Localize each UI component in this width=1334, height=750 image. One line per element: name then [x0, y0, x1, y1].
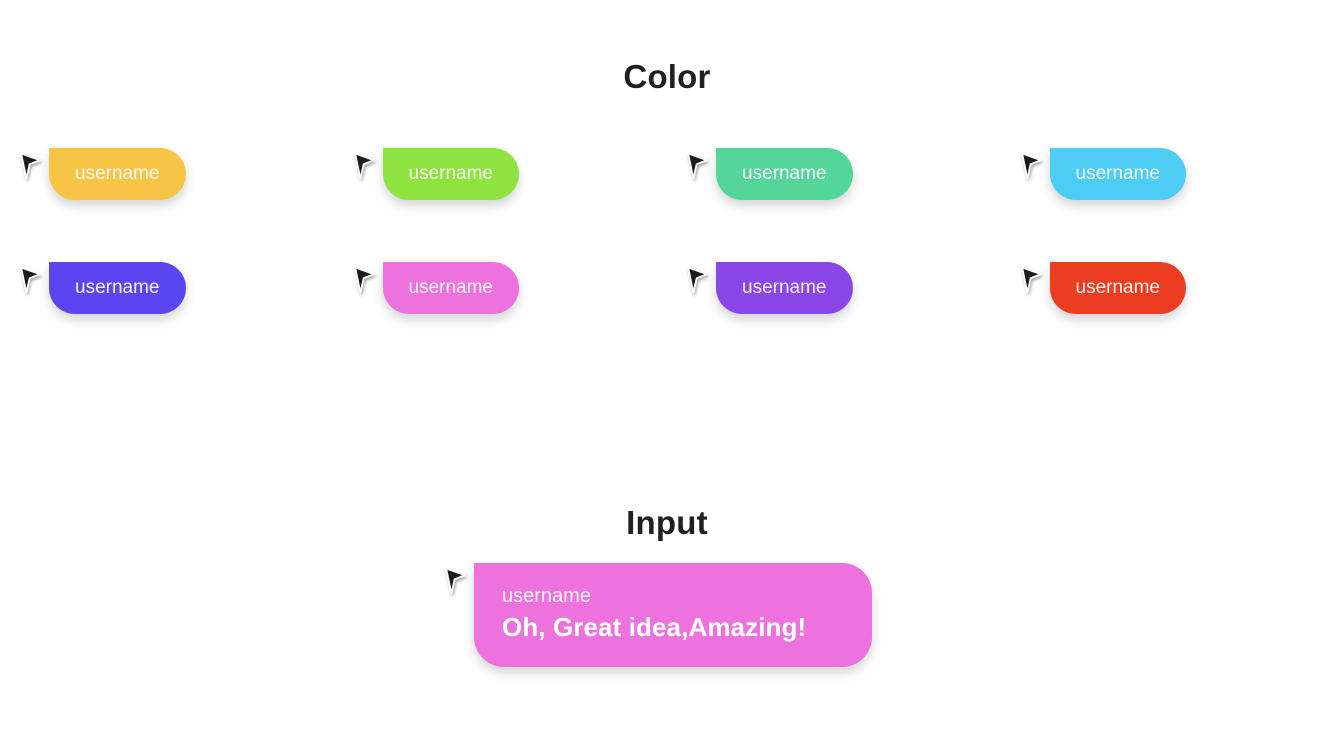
chat-bubble-username: username — [408, 277, 494, 299]
chat-bubble[interactable]: username — [1049, 148, 1186, 200]
cursor-arrow-icon — [686, 266, 712, 302]
chat-bubble[interactable]: username — [382, 262, 519, 314]
chat-bubble-username: username — [75, 277, 160, 299]
cursor-arrow-icon — [444, 567, 470, 603]
color-bubble-cell: username — [334, 148, 668, 200]
chat-bubble[interactable]: username — [382, 148, 519, 200]
chat-bubble-username: username — [502, 585, 591, 607]
cursor-arrow-icon — [353, 266, 379, 302]
color-bubble-cell: username — [1001, 148, 1334, 200]
chat-bubble-username: username — [1075, 277, 1161, 299]
cursor-arrow-icon — [19, 152, 45, 188]
cursor-arrow-icon — [353, 152, 379, 188]
chat-bubble-username: username — [742, 163, 827, 185]
chat-bubble-username: username — [75, 163, 160, 185]
cursor-arrow-icon — [1020, 152, 1046, 188]
chat-bubble[interactable]: username — [49, 262, 186, 314]
chat-bubble-username: username — [408, 163, 494, 185]
chat-bubble[interactable]: username — [49, 148, 186, 200]
color-bubble-grid: username username username username username… — [0, 148, 1334, 314]
chat-bubble[interactable]: username — [716, 148, 853, 200]
chat-bubble-username: username — [742, 277, 827, 299]
page-title-color: Color — [623, 58, 711, 95]
cursor-arrow-icon — [1020, 266, 1046, 302]
chat-bubble-username: username — [1075, 163, 1161, 185]
page-root: Color username username username username us… — [0, 0, 1334, 750]
chat-bubble-input[interactable]: username Oh, Great idea,Amazing! — [474, 563, 872, 667]
chat-bubble[interactable]: username — [1049, 262, 1186, 314]
page-title-input: Input — [626, 504, 708, 541]
color-bubble-cell: username — [667, 148, 1001, 200]
chat-bubble-message: Oh, Great idea,Amazing! — [502, 612, 807, 642]
color-bubble-cell: username — [0, 262, 334, 314]
color-bubble-cell: username — [1001, 262, 1334, 314]
color-bubble-cell: username — [0, 148, 334, 200]
cursor-arrow-icon — [686, 152, 712, 188]
chat-bubble[interactable]: username — [716, 262, 853, 314]
input-bubble-row: username Oh, Great idea,Amazing! — [444, 563, 872, 667]
cursor-arrow-icon — [19, 266, 45, 302]
color-bubble-cell: username — [667, 262, 1001, 314]
color-bubble-cell: username — [334, 262, 668, 314]
input-section: username Oh, Great idea,Amazing! — [0, 563, 1334, 667]
